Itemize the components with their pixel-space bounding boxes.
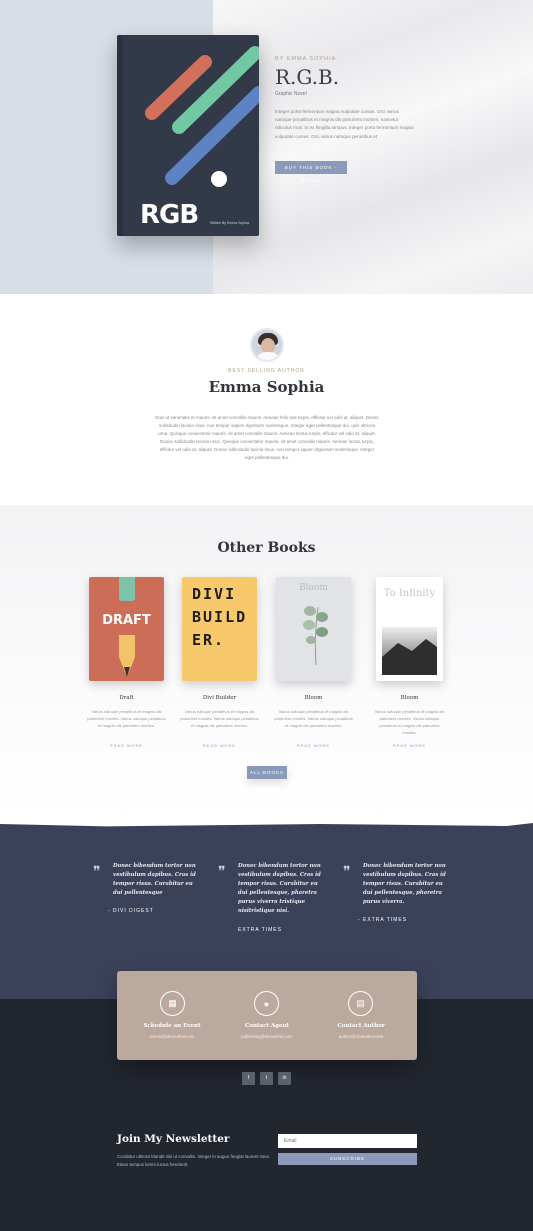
contact-email[interactable]: events@diviauthor.com: [122, 1034, 222, 1039]
testimonial-source: - EXTRA TIMES: [358, 917, 408, 923]
newsletter-title: Join My Newsletter: [117, 1133, 230, 1145]
contact-title: Contact Author: [337, 1023, 385, 1029]
read-more-link[interactable]: READ MORE: [376, 743, 443, 748]
hero-genre: Graphic Novel: [275, 91, 307, 97]
read-more-link[interactable]: READ MORE: [276, 743, 351, 748]
quote-icon: ❞: [218, 864, 226, 880]
hero-title: R.G.B.: [275, 65, 340, 89]
hero-section: [0, 0, 533, 294]
contact-title: Schedule an Event: [143, 1023, 201, 1029]
author-avatar: [250, 328, 284, 362]
contact-title: Contact Agent: [244, 1023, 290, 1029]
hero-description: Integer porta fermentum magna vulputate …: [275, 109, 414, 139]
testimonial-source: - DIVI DIGEST: [108, 908, 154, 914]
all-books-button[interactable]: ALL BOOKS: [247, 766, 287, 779]
newsletter-description: Curabitur ultrices blandit nisi ut conva…: [117, 1154, 271, 1167]
featured-book-cover[interactable]: RGB Written By Emma Sophia: [117, 35, 259, 236]
book-title: Divi Builder: [202, 695, 237, 701]
book-card-to-infinity[interactable]: To Infinity Bloom Varius natoque penatib…: [375, 577, 444, 748]
book-title: Bloom: [304, 695, 323, 701]
contact-email[interactable]: publishing@diviauthor.com: [217, 1034, 317, 1039]
quote-icon: ❞: [93, 864, 101, 880]
hero-paper-background: [213, 0, 533, 294]
book-icon[interactable]: ▤: [348, 991, 373, 1016]
book-description: Varius natoque penatibus et magnis dis p…: [274, 709, 353, 728]
contact-email[interactable]: author@diviauthor.com: [311, 1034, 411, 1039]
author-bio: Duis ut venenatis et mauris, sit amet co…: [155, 415, 379, 460]
book-description: Varius natoque penatibus et magnis dis p…: [374, 709, 445, 735]
book-cover-bloom[interactable]: Bloom: [276, 577, 351, 681]
read-more-link[interactable]: READ MORE: [182, 743, 257, 748]
other-books-title: Other Books: [217, 540, 316, 556]
person-icon[interactable]: ●: [254, 991, 279, 1016]
book-cover-divi-builder[interactable]: DIVI BUILDER.: [182, 577, 257, 681]
author-name: Emma Sophia: [208, 378, 325, 396]
book-card-bloom[interactable]: Bloom Bloom Varius natoque penatibus et …: [274, 577, 353, 748]
read-more-link[interactable]: READ MORE: [89, 743, 164, 748]
book-cover-title: RGB: [140, 200, 199, 230]
twitter-icon[interactable]: t: [260, 1072, 273, 1085]
linkedin-icon[interactable]: in: [278, 1072, 291, 1085]
cover-text: DIVI BUILDER.: [192, 585, 248, 649]
contact-card: ▦ Schedule an Event events@diviauthor.co…: [117, 971, 417, 1060]
facebook-icon[interactable]: f: [242, 1072, 255, 1085]
book-title: Bloom: [400, 695, 419, 701]
quote-icon: ❞: [343, 864, 351, 880]
book-cover-subtitle: Written By Emma Sophia: [209, 221, 249, 225]
book-card-draft[interactable]: DRAFT Draft Varius natoque penatibus et …: [87, 577, 166, 748]
book-description: Varius natoque penatibus et magnis dis p…: [180, 709, 259, 728]
calendar-icon[interactable]: ▦: [160, 991, 185, 1016]
author-label: BEST SELLING AUTHOR: [228, 368, 305, 374]
book-description: Varius natoque penatibus et magnis dis p…: [87, 709, 166, 728]
testimonial-source: EXTRA TIMES: [238, 927, 282, 933]
email-field[interactable]: [278, 1134, 417, 1148]
buy-book-button[interactable]: BUY THIS BOOK - $14.99: [275, 161, 347, 183]
book-card-divi-builder[interactable]: DIVI BUILDER. Divi Builder Varius natoqu…: [180, 577, 259, 748]
testimonial-quote: Donec bibendum tortor non vestibulum dap…: [238, 863, 321, 914]
book-cover-draft[interactable]: DRAFT: [89, 577, 164, 681]
book-cover-to-infinity[interactable]: To Infinity: [376, 577, 443, 681]
testimonial-quote: Donec bibendum tortor non vestibulum dap…: [113, 863, 196, 896]
testimonial-quote: Donec bibendum tortor non vestibulum dap…: [363, 863, 446, 905]
subscribe-button[interactable]: SUBSCRIBE: [278, 1153, 417, 1165]
hero-author: BY EMMA SOPHIA: [275, 56, 337, 62]
book-title: Draft: [119, 695, 134, 701]
